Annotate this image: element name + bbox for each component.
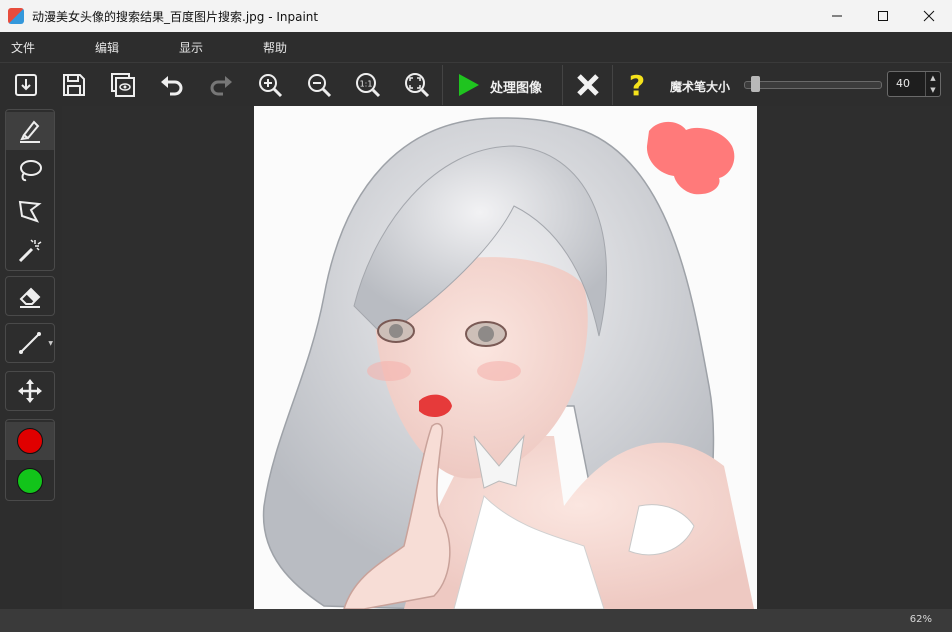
zoom-out-icon <box>308 74 332 98</box>
spin-up-button[interactable]: ▲ <box>926 72 940 84</box>
green-color-swatch <box>17 468 43 494</box>
help-button[interactable]: ? <box>619 67 655 103</box>
close-icon <box>923 10 935 22</box>
marker-icon <box>20 120 40 143</box>
open-icon <box>15 74 37 96</box>
brush-size-value[interactable]: 40 <box>896 77 910 90</box>
play-icon <box>459 74 479 96</box>
brush-size-spinbox[interactable]: 40 ▲ ▼ <box>887 71 941 97</box>
line-tool-dropdown-icon[interactable]: ▼ <box>48 340 53 347</box>
zoom-in-icon <box>259 74 283 98</box>
toolbar-separator <box>612 65 613 105</box>
tool-panel: ▼ <box>0 106 62 609</box>
maximize-icon <box>878 11 888 21</box>
image-canvas[interactable] <box>62 106 952 609</box>
lasso-tool[interactable] <box>6 152 54 190</box>
zoom-fit-button[interactable] <box>399 67 435 103</box>
zoom-fit-icon <box>405 73 430 98</box>
svg-text:1:1: 1:1 <box>360 80 373 89</box>
menu-bar: 文件 编辑 显示 帮助 <box>0 32 952 62</box>
menu-edit[interactable]: 编辑 <box>84 39 168 56</box>
selection-tools-group <box>5 109 55 271</box>
save-icon <box>63 74 85 96</box>
toolbar-separator <box>562 65 563 105</box>
move-icon <box>18 379 42 403</box>
red-color-swatch <box>17 428 43 454</box>
clear-button[interactable] <box>570 67 606 103</box>
brush-size-slider[interactable] <box>744 81 882 89</box>
spin-arrows: ▲ ▼ <box>925 72 940 96</box>
minimize-icon <box>832 15 842 17</box>
polygon-lasso-tool[interactable] <box>6 192 54 230</box>
save-preview-icon <box>111 73 135 97</box>
status-bar: 62% <box>0 609 952 632</box>
lasso-icon <box>20 160 42 182</box>
line-group: ▼ <box>5 323 55 363</box>
brush-size-label: 魔术笔大小 <box>670 80 731 94</box>
save-preview-button[interactable] <box>105 67 141 103</box>
undo-icon <box>161 76 183 96</box>
menu-view[interactable]: 显示 <box>168 39 252 56</box>
minimize-button[interactable] <box>814 0 860 32</box>
maximize-button[interactable] <box>860 0 906 32</box>
window-controls <box>814 0 952 32</box>
eraser-icon <box>19 287 41 308</box>
portrait-image <box>262 117 754 609</box>
polygon-lasso-icon <box>18 200 42 223</box>
zoom-in-button[interactable] <box>252 67 288 103</box>
line-tool[interactable] <box>6 324 54 362</box>
app-icon <box>8 8 24 24</box>
marker-tool[interactable] <box>6 112 54 150</box>
open-button[interactable] <box>8 67 44 103</box>
process-image-label[interactable]: 处理图像 <box>490 77 542 96</box>
spin-down-button[interactable]: ▼ <box>926 84 940 96</box>
toolbar-separator <box>442 65 443 105</box>
process-image-button[interactable] <box>450 67 486 103</box>
zoom-actual-button[interactable]: 1:1 <box>350 67 386 103</box>
title-bar: 动漫美女头像的搜索结果_百度图片搜索.jpg - Inpaint <box>0 0 952 32</box>
keep-color-button[interactable] <box>6 462 54 500</box>
zoom-actual-icon: 1:1 <box>356 73 381 98</box>
brush-size-slider-handle[interactable] <box>750 76 760 92</box>
mask-color-button[interactable] <box>6 422 54 460</box>
magic-wand-icon <box>18 239 42 263</box>
redo-button[interactable] <box>203 67 239 103</box>
window-title: 动漫美女头像的搜索结果_百度图片搜索.jpg - Inpaint <box>32 9 319 24</box>
move-tool[interactable] <box>6 372 54 410</box>
edited-image[interactable] <box>254 106 757 609</box>
save-button[interactable] <box>56 67 92 103</box>
magic-wand-tool[interactable] <box>6 232 54 270</box>
line-icon <box>19 332 41 354</box>
menu-file[interactable]: 文件 <box>0 39 84 56</box>
redo-icon <box>210 76 232 96</box>
color-group <box>5 419 55 501</box>
menu-help[interactable]: 帮助 <box>252 39 336 56</box>
eraser-group <box>5 276 55 316</box>
close-icon <box>577 74 599 96</box>
svg-text:?: ? <box>629 71 645 99</box>
help-icon: ? <box>629 71 645 99</box>
eraser-tool[interactable] <box>6 277 54 315</box>
zoom-out-button[interactable] <box>301 67 337 103</box>
close-window-button[interactable] <box>906 0 952 32</box>
move-group <box>5 371 55 411</box>
zoom-level: 62% <box>909 614 932 625</box>
undo-button[interactable] <box>154 67 190 103</box>
